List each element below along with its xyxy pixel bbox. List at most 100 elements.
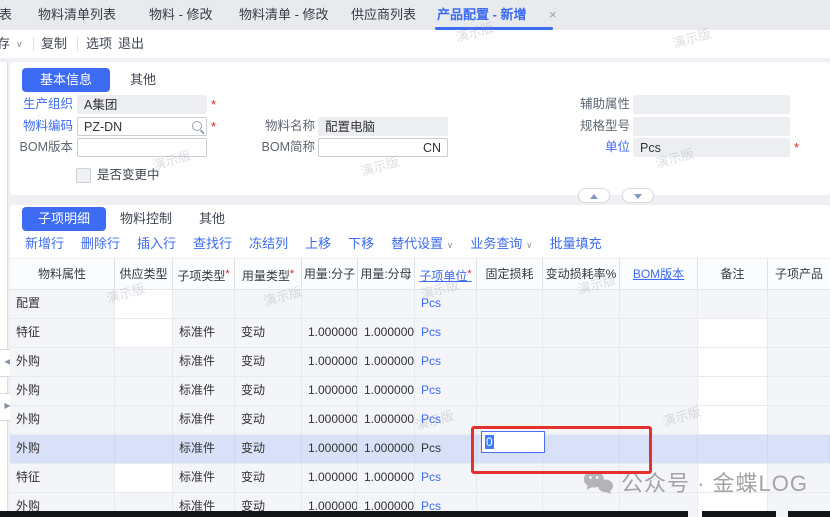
cell[interactable]: [115, 435, 173, 463]
window-tab-product-config-new[interactable]: 产品配置 - 新增: [437, 0, 527, 30]
cell[interactable]: [768, 348, 830, 376]
exit-button[interactable]: 退出: [118, 30, 144, 58]
cell-unit-link[interactable]: Pcs: [415, 319, 477, 347]
cell[interactable]: [115, 406, 173, 434]
cell[interactable]: [620, 464, 698, 492]
cell[interactable]: 标准件: [173, 348, 235, 376]
is-changing-checkbox[interactable]: [76, 168, 91, 183]
business-query-button[interactable]: 业务查询 ∨: [470, 233, 532, 252]
cell[interactable]: [768, 435, 830, 463]
copy-button[interactable]: 复制: [41, 30, 67, 58]
cell[interactable]: 1.000000: [302, 319, 358, 347]
cell[interactable]: 1.000000: [302, 348, 358, 376]
fixed-loss-input[interactable]: 0: [481, 431, 545, 453]
cell[interactable]: 外购: [10, 406, 115, 434]
batch-fill-button[interactable]: 批量填充: [550, 233, 602, 252]
cell[interactable]: 变动: [235, 435, 302, 463]
add-row-button[interactable]: 新增行: [25, 233, 64, 252]
insert-row-button[interactable]: 插入行: [137, 233, 176, 252]
window-tab-material-edit[interactable]: 物料 - 修改: [149, 0, 213, 30]
chevron-down-icon[interactable]: ∨: [16, 30, 23, 58]
cell-unit-link[interactable]: Pcs: [415, 290, 477, 318]
cell[interactable]: [543, 435, 620, 463]
cell[interactable]: [543, 406, 620, 434]
cell[interactable]: 外购: [10, 348, 115, 376]
col-subitem-unit[interactable]: 子项单位*: [415, 259, 477, 289]
freeze-column-button[interactable]: 冻结列: [249, 233, 288, 252]
cell-unit-link[interactable]: Pcs: [415, 348, 477, 376]
bom-version-field[interactable]: [77, 138, 207, 157]
tab-material-control[interactable]: 物料控制: [110, 207, 182, 231]
cell[interactable]: [477, 406, 543, 434]
cell[interactable]: [543, 290, 620, 318]
cell[interactable]: [173, 290, 235, 318]
cell[interactable]: 外购: [10, 435, 115, 463]
cell[interactable]: 1.000000: [302, 377, 358, 405]
cell[interactable]: [768, 464, 830, 492]
cell[interactable]: [620, 319, 698, 347]
save-button[interactable]: 保存: [0, 30, 10, 58]
cell[interactable]: [698, 290, 768, 318]
move-up-button[interactable]: 上移: [305, 233, 331, 252]
cell[interactable]: 1.000000: [302, 435, 358, 463]
cell[interactable]: 变动: [235, 377, 302, 405]
cell[interactable]: [620, 290, 698, 318]
cell[interactable]: 变动: [235, 319, 302, 347]
substitute-settings-button[interactable]: 替代设置 ∨: [391, 233, 453, 252]
cell-unit-link[interactable]: Pcs: [415, 406, 477, 434]
cell[interactable]: [477, 290, 543, 318]
cell[interactable]: 标准件: [173, 464, 235, 492]
cell[interactable]: 变动: [235, 464, 302, 492]
cell[interactable]: [698, 406, 768, 434]
cell[interactable]: [768, 290, 830, 318]
cell[interactable]: 变动: [235, 406, 302, 434]
aux-attr-field[interactable]: [633, 95, 790, 114]
cell[interactable]: [768, 377, 830, 405]
cell[interactable]: [698, 319, 768, 347]
close-icon[interactable]: ×: [549, 0, 557, 30]
cell[interactable]: 配置: [10, 290, 115, 318]
cell[interactable]: [302, 290, 358, 318]
tab-basic-info[interactable]: 基本信息: [22, 68, 110, 92]
cell-unit[interactable]: Pcs: [415, 435, 477, 463]
collapse-up-button[interactable]: [578, 188, 610, 203]
cell[interactable]: [477, 377, 543, 405]
material-code-field[interactable]: PZ-DN: [77, 117, 207, 136]
tab-detail-other[interactable]: 其他: [186, 207, 238, 231]
cell[interactable]: [698, 464, 768, 492]
collapse-down-button[interactable]: [622, 188, 654, 203]
table-row[interactable]: 特征 标准件变动1.0000001.000000...Pcs: [10, 319, 830, 348]
cell[interactable]: [698, 348, 768, 376]
spec-model-field[interactable]: [633, 117, 790, 136]
cell[interactable]: [620, 435, 698, 463]
cell[interactable]: [543, 464, 620, 492]
cell[interactable]: [115, 377, 173, 405]
tab-subitem-detail[interactable]: 子项明细: [22, 207, 106, 231]
delete-row-button[interactable]: 删除行: [81, 233, 120, 252]
cell[interactable]: [620, 348, 698, 376]
cell[interactable]: 1.000000...: [358, 377, 415, 405]
cell[interactable]: [477, 348, 543, 376]
cell[interactable]: 特征: [10, 464, 115, 492]
window-tab-bom-edit[interactable]: 物料清单 - 修改: [239, 0, 329, 30]
cell[interactable]: 标准件: [173, 319, 235, 347]
cell[interactable]: [115, 290, 173, 318]
cell[interactable]: 1.000000: [302, 406, 358, 434]
cell[interactable]: 1.000000...: [358, 319, 415, 347]
cell[interactable]: 标准件: [173, 435, 235, 463]
options-button[interactable]: 选项: [86, 30, 112, 58]
cell[interactable]: [768, 406, 830, 434]
find-row-button[interactable]: 查找行: [193, 233, 232, 252]
cell-unit-link[interactable]: Pcs: [415, 377, 477, 405]
cell[interactable]: [115, 319, 173, 347]
table-row[interactable]: 外购标准件变动1.0000001.000000...Pcs: [10, 377, 830, 406]
cell[interactable]: 1.000000: [302, 464, 358, 492]
cell[interactable]: 1.000000...: [358, 348, 415, 376]
cell[interactable]: 变动: [235, 348, 302, 376]
window-tab-supplier-list[interactable]: 供应商列表: [351, 0, 416, 30]
cell-unit-link[interactable]: Pcs: [415, 464, 477, 492]
cell[interactable]: 特征: [10, 319, 115, 347]
cell[interactable]: 1.000000...: [358, 464, 415, 492]
cell[interactable]: [477, 319, 543, 347]
cell[interactable]: 1.000000...: [358, 406, 415, 434]
